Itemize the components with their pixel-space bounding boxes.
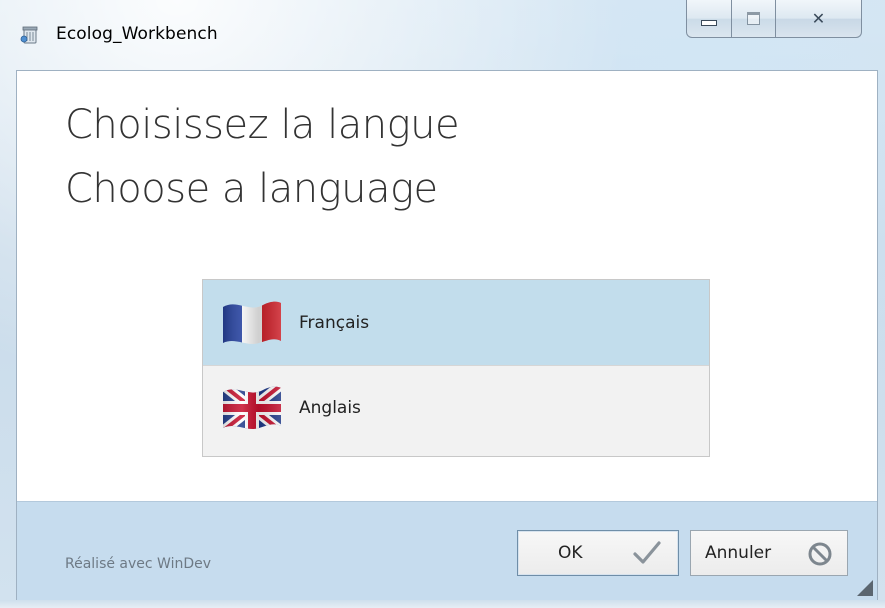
checkmark-icon [633,541,661,564]
cancel-button-label: Annuler [705,543,772,563]
language-label-french: Français [299,312,370,333]
made-with-windev: Réalisé avec WinDev [65,556,212,572]
close-button[interactable]: ✕ [776,0,862,38]
uk-flag-icon [223,386,281,429]
resize-grip-icon[interactable] [857,580,873,596]
maximize-button[interactable] [732,0,776,38]
language-label-english: Anglais [299,398,361,418]
france-flag-icon [223,301,281,344]
prohibited-icon [808,542,832,566]
language-item-english[interactable]: Anglais [203,365,709,450]
caption-buttons: ✕ [686,0,862,40]
window-bottom-edge [0,600,885,608]
close-icon: ✕ [811,9,826,28]
ok-button[interactable]: OK [517,530,679,576]
window: Ecolog_Workbench ✕ Choisissez la langue … [0,0,885,608]
dialog-body: Choisissez la langue Choose a language F… [16,70,878,600]
app-icon [20,26,38,44]
dialog-footer: Réalisé avec WinDev OK Annuler [17,501,877,600]
minimize-icon [701,19,717,26]
ok-button-label: OK [558,543,583,563]
language-list[interactable]: Français Anglais [202,279,710,457]
heading-french: Choisissez la langue [65,102,460,148]
title-bar[interactable]: Ecolog_Workbench ✕ [0,0,885,70]
window-title: Ecolog_Workbench [56,24,218,44]
cancel-button[interactable]: Annuler [690,530,848,576]
language-item-french[interactable]: Français [203,280,709,365]
maximize-icon [747,12,760,25]
minimize-button[interactable] [686,0,732,38]
heading-english: Choose a language [65,166,438,212]
